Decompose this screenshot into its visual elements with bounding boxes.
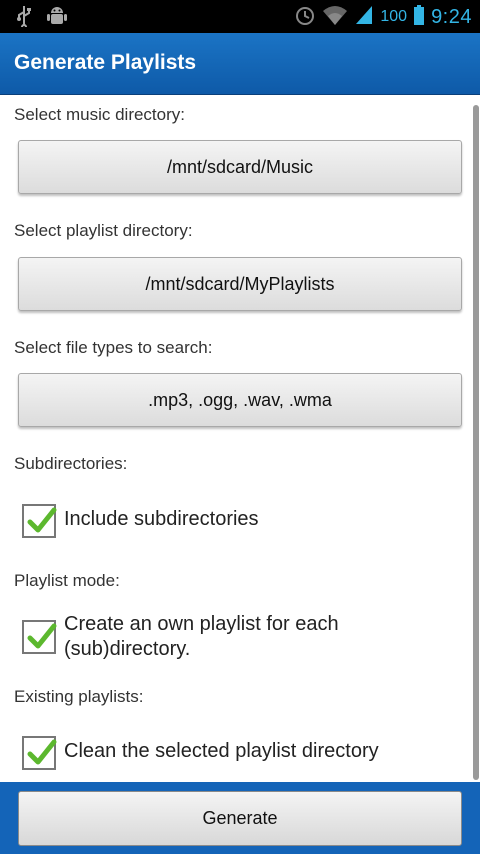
file-types-label: Select file types to search:: [14, 338, 213, 357]
signal-icon: [354, 4, 374, 30]
app-title-bar: Generate Playlists: [0, 33, 480, 95]
checkmark-icon: [27, 739, 57, 765]
checkmark-icon: [27, 507, 57, 533]
own-playlist-text-line1: Create an own playlist for each: [64, 613, 339, 635]
clean-directory-option[interactable]: Clean the selected playlist directory: [22, 736, 379, 770]
status-bar: 100 9:24: [0, 0, 480, 33]
clean-directory-checkbox[interactable]: [22, 736, 57, 770]
clean-directory-text: Clean the selected playlist directory: [64, 740, 379, 762]
playlist-directory-button[interactable]: /mnt/sdcard/MyPlaylists: [18, 257, 462, 311]
subdirectories-label: Subdirectories:: [14, 454, 128, 473]
app-title: Generate Playlists: [14, 51, 197, 74]
checkmark-icon: [27, 623, 57, 649]
own-playlist-checkbox[interactable]: [22, 620, 57, 654]
own-playlist-option[interactable]: Create an own playlist for each (sub)dir…: [22, 613, 339, 662]
include-subdirectories-checkbox[interactable]: [22, 504, 57, 538]
include-subdirectories-option[interactable]: Include subdirectories: [22, 504, 259, 538]
wifi-icon: [322, 4, 348, 30]
music-directory-label: Select music directory:: [14, 105, 185, 124]
bottom-bar: Generate: [0, 782, 480, 854]
own-playlist-text-line2: (sub)directory.: [64, 638, 191, 660]
music-directory-button[interactable]: /mnt/sdcard/Music: [18, 140, 462, 194]
own-playlist-text: Create an own playlist for each (sub)dir…: [64, 612, 339, 662]
settings-form[interactable]: Select music directory: /mnt/sdcard/Musi…: [0, 95, 480, 785]
clock: 9:24: [431, 5, 472, 28]
existing-playlists-label: Existing playlists:: [14, 687, 144, 706]
generate-button[interactable]: Generate: [18, 791, 462, 846]
include-subdirectories-text: Include subdirectories: [64, 508, 259, 530]
battery-level-text: 100: [380, 8, 408, 25]
scrollbar[interactable]: [473, 105, 479, 780]
android-debug-icon: [46, 5, 68, 31]
alarm-icon: [294, 4, 316, 30]
usb-icon: [16, 5, 32, 31]
file-types-button[interactable]: .mp3, .ogg, .wav, .wma: [18, 373, 462, 427]
battery-icon: [413, 4, 425, 30]
playlist-directory-label: Select playlist directory:: [14, 221, 193, 240]
playlist-mode-label: Playlist mode:: [14, 571, 120, 590]
